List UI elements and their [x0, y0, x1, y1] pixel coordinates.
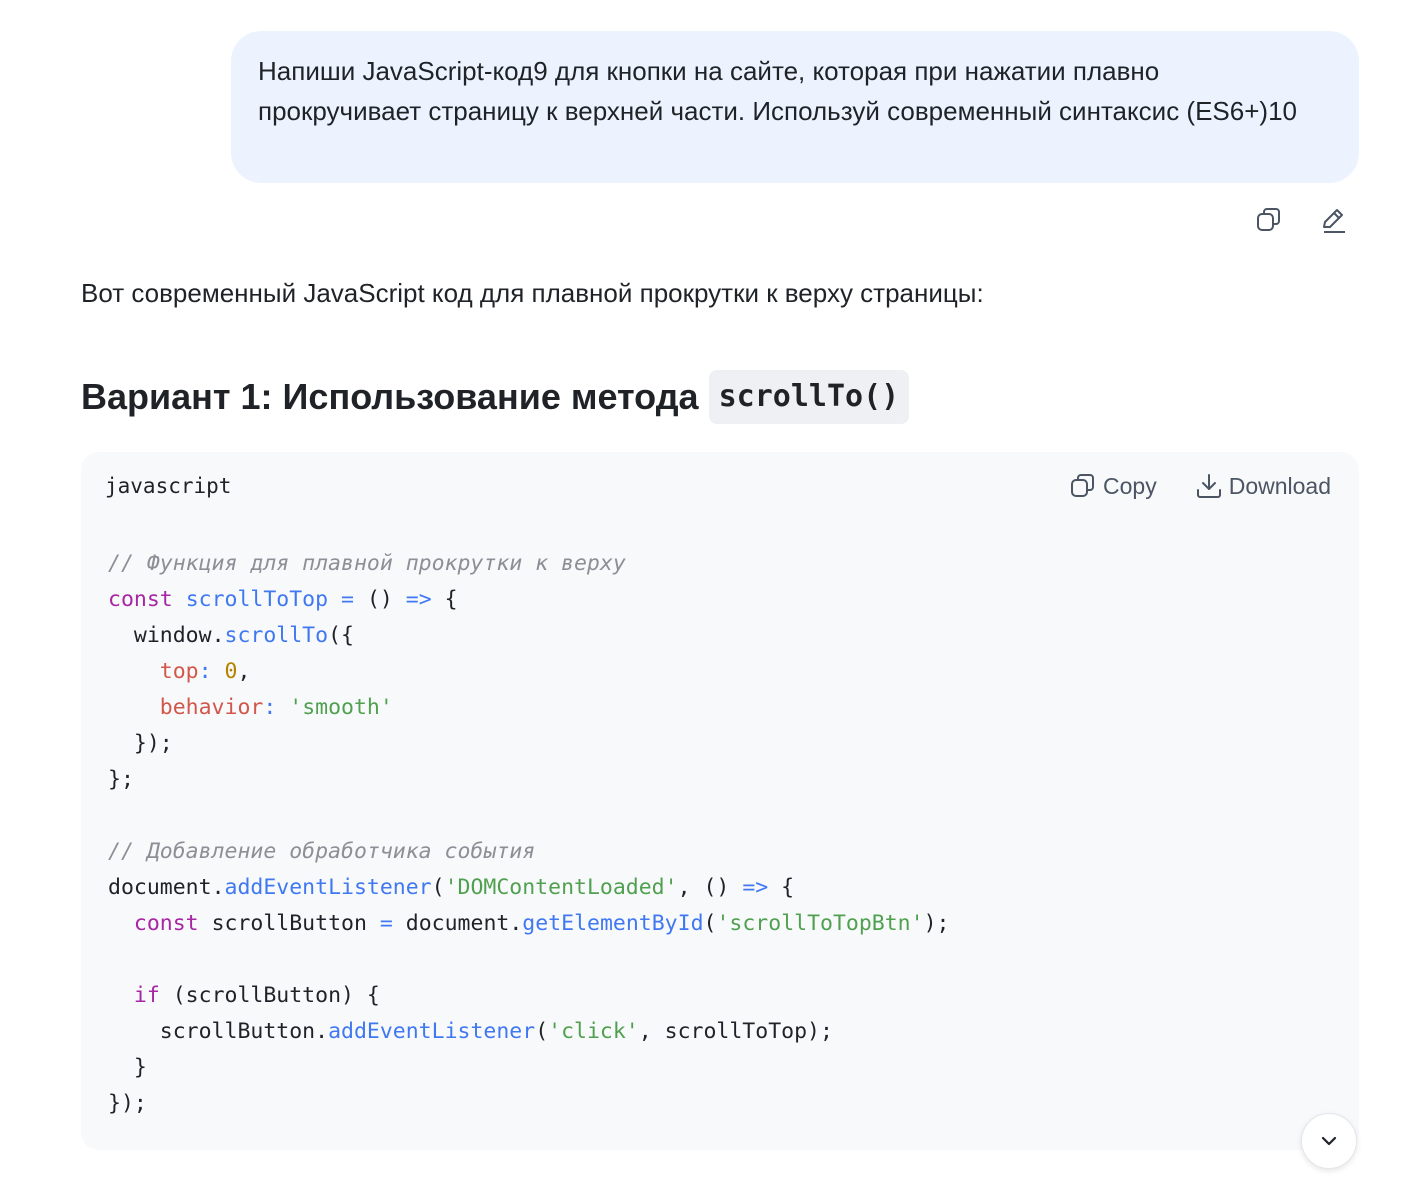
code-keyword: if: [133, 983, 160, 1008]
code-function-name: scrollToTop: [185, 587, 329, 612]
edit-message-button[interactable]: [1316, 203, 1350, 237]
code-text: document: [405, 911, 510, 936]
copy-icon: [1071, 474, 1094, 497]
code-text: scrollToTop: [664, 1019, 808, 1044]
copy-icon: [1257, 208, 1280, 231]
code-operator: =: [341, 587, 354, 612]
code-text: (): [366, 587, 393, 612]
code-text: scrollButton: [211, 911, 367, 936]
code-toolbar: Copy Download: [1069, 468, 1331, 504]
code-text: {: [781, 875, 795, 900]
message-actions: [1252, 203, 1350, 237]
code-keyword: const: [133, 911, 199, 936]
code-text: scrollButton: [159, 1019, 316, 1044]
code-content: // Функция для плавной прокрутки к верху…: [108, 551, 950, 1116]
code-text: window: [133, 623, 212, 648]
download-icon: [1196, 474, 1221, 498]
code-property: top: [159, 659, 199, 684]
code-text: ({: [328, 623, 354, 648]
code-block: javascript Copy Download // Функция для …: [81, 452, 1359, 1150]
code-comment: // Функция для плавной прокрутки к верху: [108, 551, 626, 576]
code-operator: =>: [742, 875, 769, 900]
code-text: {: [444, 587, 458, 612]
code-function-name: getElementById: [522, 911, 704, 936]
chevron-down-icon: [1321, 1136, 1337, 1146]
user-message-bubble: Напиши JavaScript-код9 для кнопки на сай…: [231, 31, 1359, 183]
code-language-label: javascript: [105, 474, 232, 498]
code-number: 0: [224, 659, 238, 684]
assistant-intro-text: Вот современный JavaScript код для плавн…: [81, 278, 984, 308]
copy-code-button[interactable]: Copy: [1069, 468, 1157, 504]
section-heading-code: scrollTo(): [708, 370, 910, 424]
code-string: 'click': [548, 1019, 639, 1044]
code-text: (): [703, 875, 730, 900]
code-operator: =>: [405, 587, 432, 612]
pencil-icon: [1323, 209, 1345, 233]
code-string: 'DOMContentLoaded': [444, 875, 678, 900]
copy-code-label: Copy: [1103, 473, 1157, 499]
code-text: document: [108, 875, 212, 900]
code-string: 'smooth': [289, 695, 393, 720]
code-function-name: scrollTo: [224, 623, 329, 648]
code-text: };: [108, 767, 134, 792]
code-function-name: addEventListener: [328, 1019, 536, 1044]
user-message-text: Напиши JavaScript-код9 для кнопки на сай…: [258, 56, 1297, 126]
code-comment: // Добавление обработчика события: [108, 839, 536, 864]
scroll-to-bottom-button[interactable]: [1301, 1113, 1357, 1169]
code-string: 'scrollToTopBtn': [716, 911, 924, 936]
section-heading-text: Вариант 1: Использование метода: [81, 376, 699, 417]
code-operator: =: [379, 911, 393, 936]
code-keyword: const: [108, 587, 173, 612]
code-text: (scrollButton) {: [172, 983, 380, 1008]
code-text: }: [133, 1055, 147, 1080]
code-text: });: [133, 731, 173, 756]
code-property: behavior: [159, 695, 264, 720]
code-function-name: addEventListener: [224, 875, 432, 900]
download-code-label: Download: [1228, 473, 1331, 499]
code-text: });: [108, 1091, 147, 1116]
section-heading: Вариант 1: Использование метода scrollTo…: [81, 368, 910, 426]
download-code-button[interactable]: Download: [1195, 468, 1331, 504]
copy-message-button[interactable]: [1252, 203, 1286, 237]
